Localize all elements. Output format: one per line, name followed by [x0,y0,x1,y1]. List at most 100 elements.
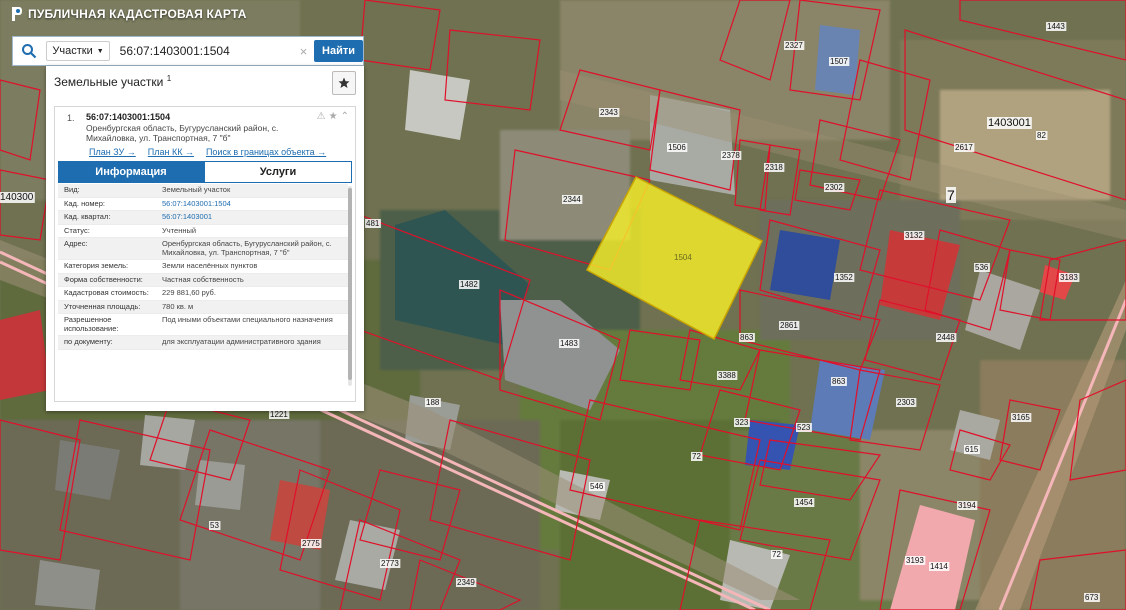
search-bar: Участки ▼ × Найти [12,36,364,66]
table-row: Категория земель: Земли населённых пункто… [58,260,348,274]
top-bar: ПУБЛИЧНАЯ КАДАСТРОВАЯ КАРТА [0,0,1126,30]
item-cadastral-id[interactable]: 56:07:1403001:1504 [86,112,170,122]
parcel-number-label: 615 [965,445,979,454]
parcel-number-label: 2327 [785,41,803,50]
app-logo[interactable]: ПУБЛИЧНАЯ КАДАСТРОВАЯ КАРТА [10,6,247,22]
parcel-label-1504: 1504 [674,253,692,262]
attr-value: Оренбургская область, Бугурусланский рай… [162,239,332,257]
parcel-number-label: 2773 [381,559,399,568]
parcel-number-label: 863 [740,333,754,342]
favorite-button[interactable] [332,71,356,95]
attr-value: 229 881,60 руб. [162,288,216,297]
table-row: по документу: для эксплуатации администра… [58,336,348,350]
chevron-up-icon[interactable]: ⌃ [341,111,349,122]
parcel-number-label: 7 [947,187,955,203]
result-count: 1 [166,74,172,83]
plan-kk-link[interactable]: План КК → [148,147,194,157]
table-row: Уточненная площадь: 780 кв. м [58,300,348,314]
parcel-number-label: 2302 [825,183,843,192]
parcel-number-label: 1482 [460,280,478,289]
chevron-down-icon: ▼ [96,47,104,55]
parcel-number-label: 2318 [765,163,783,172]
search-in-bounds-link[interactable]: Поиск в границах объекта → [206,147,326,157]
attr-value: Частная собственность [162,274,244,284]
parcel-number-label: 2343 [600,108,618,117]
parcel-number-label: 1507 [830,57,848,66]
parcel-number-label: 1414 [930,562,948,571]
attr-key: Уточненная площадь: [64,301,141,311]
parcel-number-label: 3193 [906,556,924,565]
parcel-number-label: 3183 [1060,273,1078,282]
attr-value[interactable]: 56:07:1403001:1504 [162,199,344,209]
parcel-number-label: 481 [366,219,380,228]
clear-icon[interactable]: × [297,44,310,59]
table-row: Кад. номер: 56:07:1403001:1504 [58,198,348,211]
search-input[interactable] [117,39,298,63]
table-row: Кадастровая стоимость: 229 881,60 руб. [58,287,348,301]
parcel-number-label: 1483 [560,339,578,348]
attr-value: Под иными объектами специального назначе… [162,315,333,324]
parcel-number-label: 1403001 [988,117,1031,129]
result-card[interactable]: 1. 56:07:1403001:1504 Оренбургская облас… [54,106,356,402]
parcel-number-label: 1221 [270,410,288,419]
parcel-number-label: 323 [735,418,749,427]
table-row: Статус: Учтенный [58,225,348,238]
panel-title-text: Земельные участки [54,75,164,89]
parcel-number-label: 2861 [780,321,798,330]
attribute-table: Вид: Земельный участок Кад. номер: 56:07:1… [58,184,348,397]
parcel-number-label: 673 [1085,593,1099,602]
item-number: 1. [67,113,75,123]
warning-icon[interactable]: ⚠ [317,111,326,122]
attr-value: Земельный участок [162,185,231,194]
app-title: ПУБЛИЧНАЯ КАДАСТРОВАЯ КАРТА [28,7,247,21]
parcel-number-label: 3388 [718,371,736,380]
parcel-number-label: 2617 [955,143,973,152]
parcel-number-label: 1352 [835,273,853,282]
attr-key: Кадастровая стоимость: [64,288,149,297]
parcel-number-label: 523 [797,423,811,432]
tab-info[interactable]: Информация [58,161,204,183]
table-row: Разрешенное использование: Под иными объе… [58,314,348,336]
star-icon [338,77,350,88]
table-row: Форма собственности: Частная собственност… [58,273,348,287]
find-button[interactable]: Найти [314,40,363,62]
search-type-label: Участки [52,45,93,57]
star-icon[interactable]: ★ [329,111,338,122]
parcel-number-label: 2344 [563,195,581,204]
scrollbar-thumb[interactable] [348,188,352,380]
table-row: Кад. квартал: 56:07:1403001 [58,211,348,225]
parcel-number-label: 82 [1037,131,1046,140]
attr-key: Форма собственности: [64,274,143,284]
attr-key: Адрес: [64,239,88,248]
attr-key: Статус: [64,225,90,235]
attr-key: Кад. номер: [64,198,105,208]
parcel-number-label: 546 [590,482,604,491]
attr-value: 780 кв. м [162,301,194,311]
attr-key: Вид: [64,185,80,194]
search-type-select[interactable]: Участки ▼ [46,41,110,61]
attr-key: Категория земель: [64,261,129,270]
info-tabs: Информация Услуги [58,161,352,183]
attr-key: по документу: [64,337,113,346]
parcel-number-label: 863 [832,377,846,386]
parcel-number-label: 140300 [0,192,34,203]
parcel-number-label: 53 [210,521,219,530]
attr-value: Земли населённых пунктов [162,261,258,270]
parcel-number-label: 72 [772,550,781,559]
tab-services[interactable]: Услуги [204,161,352,183]
item-links: План ЗУ → План КК → Поиск в границах объ… [89,147,326,157]
scrollbar[interactable] [348,186,352,386]
parcel-number-label: 2775 [302,539,320,548]
parcel-number-label: 2448 [937,333,955,342]
parcel-number-label: 3165 [1012,413,1030,422]
plan-zu-link[interactable]: План ЗУ → [89,147,136,157]
parcel-number-label: 1506 [668,143,686,152]
search-icon[interactable] [13,37,44,65]
attr-value: Учтенный [162,225,197,235]
parcel-number-label: 188 [426,398,440,407]
table-row: Вид: Земельный участок [58,184,348,198]
attr-value[interactable]: 56:07:1403001 [162,212,344,222]
parcel-number-label: 1454 [795,498,813,507]
parcel-number-label: 3132 [905,231,923,240]
card-actions: ⚠ ★ ⌃ [317,111,349,122]
